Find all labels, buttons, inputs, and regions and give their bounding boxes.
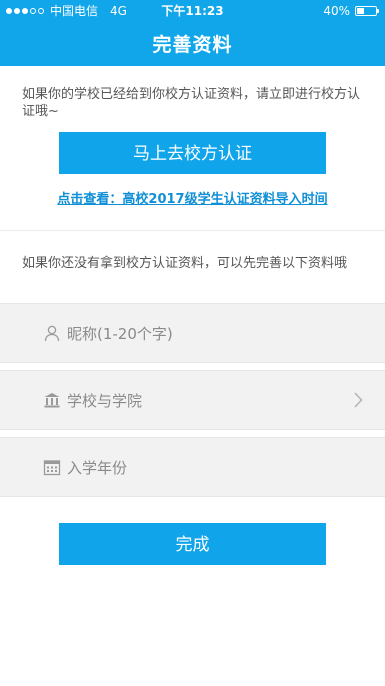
status-bar: 中国电信 4G 下午11:23 40% xyxy=(0,0,385,22)
done-button[interactable]: 完成 xyxy=(59,523,326,565)
profile-hint: 如果你还没有拿到校方认证资料，可以先完善以下资料哦 xyxy=(22,256,348,271)
navigation-bar: 中国电信 4G 下午11:23 40% 完善资料 xyxy=(0,0,385,66)
page-title: 完善资料 xyxy=(152,34,233,56)
enrollment-year-field[interactable]: 入学年份 xyxy=(0,437,385,497)
school-college-label: 学校与学院 xyxy=(67,392,143,410)
nickname-placeholder: 昵称(1-20个字) xyxy=(67,325,173,343)
battery-icon xyxy=(355,6,379,16)
calendar-icon xyxy=(43,460,61,476)
school-college-field[interactable]: 学校与学院 xyxy=(0,370,385,430)
verify-hint: 如果你的学校已经给到你校方认证资料，请立即进行校方认证哦~ xyxy=(22,87,361,119)
import-time-link[interactable]: 点击查看：高校2017级学生认证资料导入时间 xyxy=(0,188,385,207)
battery-percent: 40% xyxy=(323,4,350,18)
enrollment-year-label: 入学年份 xyxy=(67,459,128,477)
person-icon xyxy=(44,325,60,342)
verify-now-button[interactable]: 马上去校方认证 xyxy=(59,132,326,174)
section-divider xyxy=(0,230,385,231)
chevron-right-icon xyxy=(354,392,363,408)
nickname-field[interactable]: 昵称(1-20个字) xyxy=(0,303,385,363)
battery-group: 40% xyxy=(323,0,379,22)
school-icon xyxy=(44,393,60,408)
